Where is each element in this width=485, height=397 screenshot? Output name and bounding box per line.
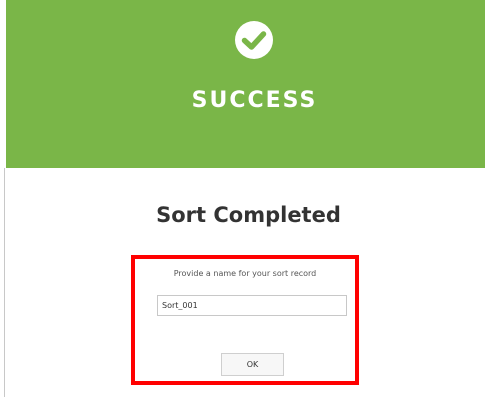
check-circle-icon [235,21,273,59]
sort-completed-title: Sort Completed [156,203,341,227]
sort-record-name-input[interactable] [157,295,347,316]
name-prompt-label: Provide a name for your sort record [173,269,317,278]
name-record-highlight: Provide a name for your sort record OK [131,255,359,385]
success-title: SUCCESS [191,88,318,113]
success-dialog: SUCCESS Sort Completed Provide a name fo… [0,0,485,397]
ok-button[interactable]: OK [221,353,284,376]
success-header: SUCCESS [6,0,485,168]
